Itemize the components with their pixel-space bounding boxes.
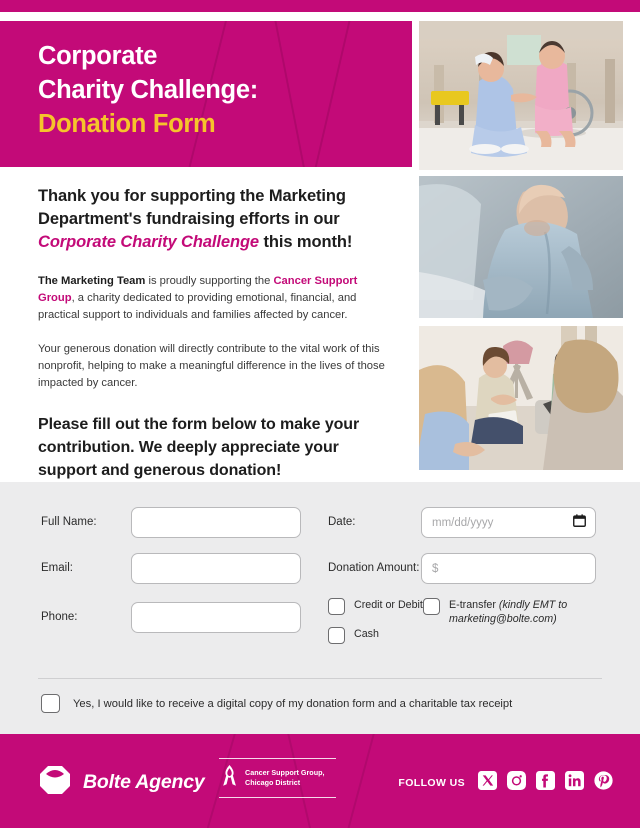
follow-us-label: FOLLOW US bbox=[398, 777, 465, 789]
e-transfer-label-text: E-transfer bbox=[449, 599, 499, 611]
photo-support-group-session bbox=[419, 326, 623, 470]
footer-decoration-streak bbox=[330, 734, 388, 828]
phone-label: Phone: bbox=[41, 611, 78, 624]
field-row-donation-amount: Donation Amount: bbox=[328, 553, 596, 584]
checkbox-row-cash[interactable]: Cash bbox=[328, 627, 423, 644]
pinterest-icon[interactable] bbox=[594, 771, 613, 795]
full-name-label: Full Name: bbox=[41, 516, 97, 529]
paragraph-one: The Marketing Team is proudly supporting… bbox=[38, 273, 386, 324]
email-label: Email: bbox=[41, 562, 73, 575]
date-input[interactable] bbox=[421, 507, 596, 538]
brand-name: Bolte Agency bbox=[83, 771, 205, 793]
photo-nurse-with-patient-in-wheelchair bbox=[419, 21, 623, 170]
x-twitter-icon[interactable] bbox=[478, 771, 497, 795]
checkbox-row-credit-or-debit[interactable]: Credit or Debit bbox=[328, 598, 423, 615]
hero-title-line-3: Donation Form bbox=[38, 109, 216, 138]
credit-or-debit-label: Credit or Debit bbox=[354, 599, 423, 611]
headline-emphasis: Corporate Charity Challenge bbox=[38, 233, 260, 252]
hero-title-line-1: Corporate bbox=[38, 42, 158, 70]
linkedin-icon[interactable] bbox=[565, 771, 584, 795]
facebook-icon[interactable] bbox=[536, 771, 555, 795]
marketing-team-bold: The Marketing Team bbox=[38, 275, 146, 288]
field-row-date: Date: bbox=[328, 507, 596, 538]
field-row-email: Email: bbox=[41, 553, 301, 584]
headline-part-2: this month! bbox=[259, 233, 353, 252]
consent-row[interactable]: Yes, I would like to receive a digital c… bbox=[41, 694, 512, 713]
charity-line-2: Chicago District bbox=[245, 778, 301, 787]
paragraph-one-mid: is proudly supporting the bbox=[145, 275, 274, 288]
payment-method-group-left: Credit or Debit Cash bbox=[328, 598, 423, 644]
date-input-wrapper bbox=[421, 507, 596, 538]
photo-cancer-patient-in-hospital-gown bbox=[419, 176, 623, 318]
call-to-action-text: Please fill out the form below to make y… bbox=[38, 416, 360, 479]
charity-line-1: Cancer Support Group, bbox=[245, 767, 325, 777]
paragraph-two: Your generous donation will directly con… bbox=[38, 343, 385, 390]
charity-credit: Cancer Support Group, Chicago District bbox=[219, 758, 336, 798]
cash-label: Cash bbox=[354, 628, 379, 640]
donation-amount-label: Donation Amount: bbox=[328, 562, 420, 575]
bolte-hexagon-logo-icon bbox=[38, 763, 72, 802]
donation-form-page: Corporate Charity Challenge: Donation Fo… bbox=[0, 0, 640, 828]
donation-amount-input[interactable] bbox=[421, 553, 596, 584]
intro-copy: Thank you for supporting the Marketing D… bbox=[38, 185, 386, 483]
charity-rule-bottom bbox=[219, 797, 336, 798]
form-divider bbox=[38, 678, 602, 679]
checkbox-row-e-transfer[interactable]: E-transfer (kindly EMT to marketing@bolt… bbox=[423, 598, 588, 627]
hero-banner: Corporate Charity Challenge: Donation Fo… bbox=[0, 21, 412, 167]
charity-text: Cancer Support Group, Chicago District bbox=[245, 768, 324, 789]
payment-method-group-right: E-transfer (kindly EMT to marketing@bolt… bbox=[423, 598, 588, 627]
e-transfer-checkbox[interactable] bbox=[423, 598, 440, 615]
hero-title-line-2: Charity Challenge: bbox=[38, 75, 258, 104]
paragraph-one-end: , a charity dedicated to providing emoti… bbox=[38, 292, 357, 322]
awareness-ribbon-icon bbox=[221, 764, 238, 792]
digital-copy-consent-label: Yes, I would like to receive a digital c… bbox=[73, 697, 513, 710]
phone-input[interactable] bbox=[131, 602, 301, 633]
cash-checkbox[interactable] bbox=[328, 627, 345, 644]
digital-copy-consent-checkbox[interactable] bbox=[41, 694, 60, 713]
brand-lockup[interactable]: Bolte Agency bbox=[38, 763, 205, 802]
headline-part-1: Thank you for supporting the Marketing D… bbox=[38, 187, 346, 229]
email-input[interactable] bbox=[131, 553, 301, 584]
top-accent-bar bbox=[0, 0, 640, 12]
follow-us-bar: FOLLOW US bbox=[398, 771, 613, 795]
full-name-input[interactable] bbox=[131, 507, 301, 538]
credit-or-debit-checkbox[interactable] bbox=[328, 598, 345, 615]
e-transfer-label: E-transfer (kindly EMT to marketing@bolt… bbox=[449, 598, 588, 627]
date-label: Date: bbox=[328, 516, 356, 529]
headline: Thank you for supporting the Marketing D… bbox=[38, 185, 386, 254]
field-row-phone: Phone: bbox=[41, 602, 301, 633]
field-row-full-name: Full Name: bbox=[41, 507, 301, 538]
instagram-icon[interactable] bbox=[507, 771, 526, 795]
